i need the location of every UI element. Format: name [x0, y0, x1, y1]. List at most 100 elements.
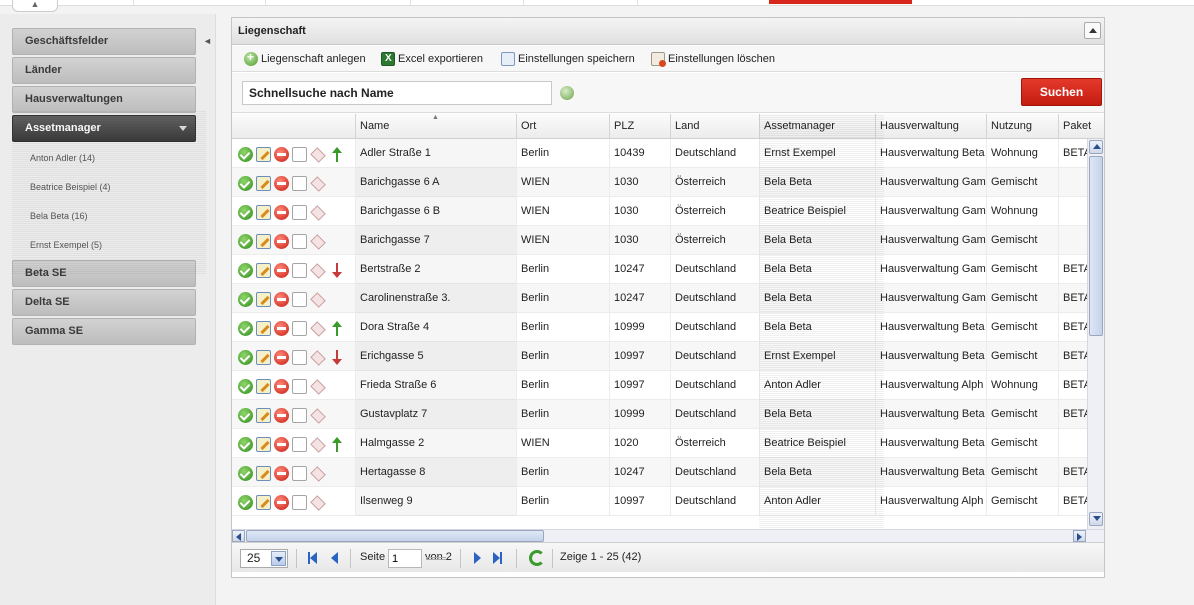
tag-icon[interactable] [310, 263, 325, 278]
copy-icon[interactable] [292, 146, 307, 162]
edit-icon[interactable] [256, 291, 271, 307]
sidebar-subitem[interactable]: Anton Adler (14) [30, 153, 95, 163]
table-row[interactable]: Barichgasse 6 B WIEN 1030 Österreich Beatric… [232, 197, 1087, 226]
sidebar-subitem[interactable]: Beatrice Beispiel (4) [30, 182, 111, 192]
chevron-down-icon[interactable] [271, 551, 286, 566]
ok-icon[interactable] [238, 465, 253, 481]
tag-icon[interactable] [310, 292, 325, 307]
tag-icon[interactable] [310, 495, 325, 510]
table-row[interactable]: Gustavplatz 7 Berlin 10999 Deutschland Bela … [232, 400, 1087, 429]
delete-icon[interactable] [274, 407, 289, 423]
edit-icon[interactable] [256, 320, 271, 336]
table-row[interactable]: Barichgasse 6 A WIEN 1030 Österreich Bela Be… [232, 168, 1087, 197]
sidebar-item-beta-se[interactable]: Beta SE [12, 260, 196, 287]
column-header-nutzung[interactable]: Nutzung [986, 114, 1058, 139]
table-row[interactable]: Halmgasse 2 WIEN 1020 Österreich Beatrice Be… [232, 429, 1087, 458]
table-row[interactable]: Frieda Straße 6 Berlin 10997 Deutschland Ant… [232, 371, 1087, 400]
column-header-hausverwaltung[interactable]: Hausverwaltung [875, 114, 986, 139]
ok-icon[interactable] [238, 175, 253, 191]
delete-icon[interactable] [274, 465, 289, 481]
ok-icon[interactable] [238, 320, 253, 336]
sidebar-collapse-icon[interactable]: ◄ [203, 36, 212, 46]
delete-icon[interactable] [274, 233, 289, 249]
ok-icon[interactable] [238, 204, 253, 220]
refresh-icon[interactable] [529, 550, 545, 566]
scroll-down-icon[interactable] [1089, 512, 1103, 526]
last-page-icon[interactable] [491, 552, 503, 564]
table-row[interactable]: Erichgasse 5 Berlin 10997 Deutschland Ernst … [232, 342, 1087, 371]
tag-icon[interactable] [310, 234, 325, 249]
table-row[interactable]: Adler Straße 1 Berlin 10439 Deutschland Erns… [232, 139, 1087, 168]
column-header-land[interactable]: Land [670, 114, 759, 139]
ok-icon[interactable] [238, 407, 253, 423]
quick-search-input[interactable] [242, 81, 552, 105]
tag-icon[interactable] [310, 147, 325, 162]
first-page-icon[interactable] [308, 552, 320, 564]
edit-icon[interactable] [256, 407, 271, 423]
horizontal-scroll-thumb[interactable] [246, 530, 544, 542]
copy-icon[interactable] [292, 378, 307, 394]
table-row[interactable]: Bertstraße 2 Berlin 10247 Deutschland Bela B… [232, 255, 1087, 284]
tag-icon[interactable] [310, 437, 325, 452]
ok-icon[interactable] [238, 146, 253, 162]
edit-icon[interactable] [256, 233, 271, 249]
column-header-plz[interactable]: PLZ [609, 114, 670, 139]
edit-icon[interactable] [256, 204, 271, 220]
copy-icon[interactable] [292, 175, 307, 191]
ok-icon[interactable] [238, 262, 253, 278]
edit-icon[interactable] [256, 436, 271, 452]
copy-icon[interactable] [292, 291, 307, 307]
copy-icon[interactable] [292, 465, 307, 481]
column-header-assetmanager[interactable]: Assetmanager [759, 114, 875, 139]
copy-icon[interactable] [292, 436, 307, 452]
vertical-scrollbar[interactable] [1087, 139, 1104, 529]
delete-icon[interactable] [274, 262, 289, 278]
tag-icon[interactable] [310, 321, 325, 336]
ok-icon[interactable] [238, 291, 253, 307]
delete-icon[interactable] [274, 320, 289, 336]
edit-icon[interactable] [256, 465, 271, 481]
scroll-left-icon[interactable] [232, 530, 245, 542]
sidebar-item-länder[interactable]: Länder [12, 57, 196, 84]
table-row[interactable]: Ilsenweg 9 Berlin 10997 Deutschland Anton Ad… [232, 487, 1087, 516]
delete-icon[interactable] [274, 378, 289, 394]
tag-icon[interactable] [310, 205, 325, 220]
sidebar-subitem[interactable]: Bela Beta (16) [30, 211, 88, 221]
tag-icon[interactable] [310, 379, 325, 394]
tag-icon[interactable] [310, 176, 325, 191]
delete-settings-button[interactable]: Einstellungen löschen [651, 51, 775, 67]
scroll-right-icon[interactable] [1073, 530, 1086, 542]
vertical-scroll-thumb[interactable] [1089, 156, 1103, 336]
sidebar-item-assetmanager[interactable]: Assetmanager [12, 115, 196, 142]
horizontal-scrollbar[interactable] [232, 529, 1104, 542]
panel-resize-handle[interactable] [426, 557, 446, 560]
tag-icon[interactable] [310, 350, 325, 365]
sidebar-subitem[interactable]: Ernst Exempel (5) [30, 240, 102, 250]
column-header-ort[interactable]: Ort [516, 114, 609, 139]
sidebar-item-delta-se[interactable]: Delta SE [12, 289, 196, 316]
copy-icon[interactable] [292, 262, 307, 278]
ok-icon[interactable] [238, 349, 253, 365]
delete-icon[interactable] [274, 291, 289, 307]
save-settings-button[interactable]: Einstellungen speichern [501, 51, 635, 67]
collapse-top-toggle[interactable]: ▲ [12, 0, 58, 12]
sidebar-item-gamma-se[interactable]: Gamma SE [12, 318, 196, 345]
ok-icon[interactable] [238, 494, 253, 510]
collapse-panel-icon[interactable] [1084, 22, 1101, 39]
copy-icon[interactable] [292, 494, 307, 510]
table-row[interactable]: Hertagasse 8 Berlin 10247 Deutschland Bela B… [232, 458, 1087, 487]
edit-icon[interactable] [256, 349, 271, 365]
delete-icon[interactable] [274, 349, 289, 365]
excel-export-button[interactable]: Excel exportieren [381, 51, 483, 67]
copy-icon[interactable] [292, 320, 307, 336]
ok-icon[interactable] [238, 233, 253, 249]
tag-icon[interactable] [310, 466, 325, 481]
copy-icon[interactable] [292, 349, 307, 365]
table-row[interactable]: Barichgasse 7 WIEN 1030 Österreich Bela Beta… [232, 226, 1087, 255]
table-row[interactable]: Carolinenstraße 3. Berlin 10247 Deutschland… [232, 284, 1087, 313]
next-page-icon[interactable] [472, 552, 484, 564]
delete-icon[interactable] [274, 436, 289, 452]
ok-icon[interactable] [238, 436, 253, 452]
page-number-input[interactable] [388, 549, 422, 568]
sidebar-item-hausverwaltungen[interactable]: Hausverwaltungen [12, 86, 196, 113]
